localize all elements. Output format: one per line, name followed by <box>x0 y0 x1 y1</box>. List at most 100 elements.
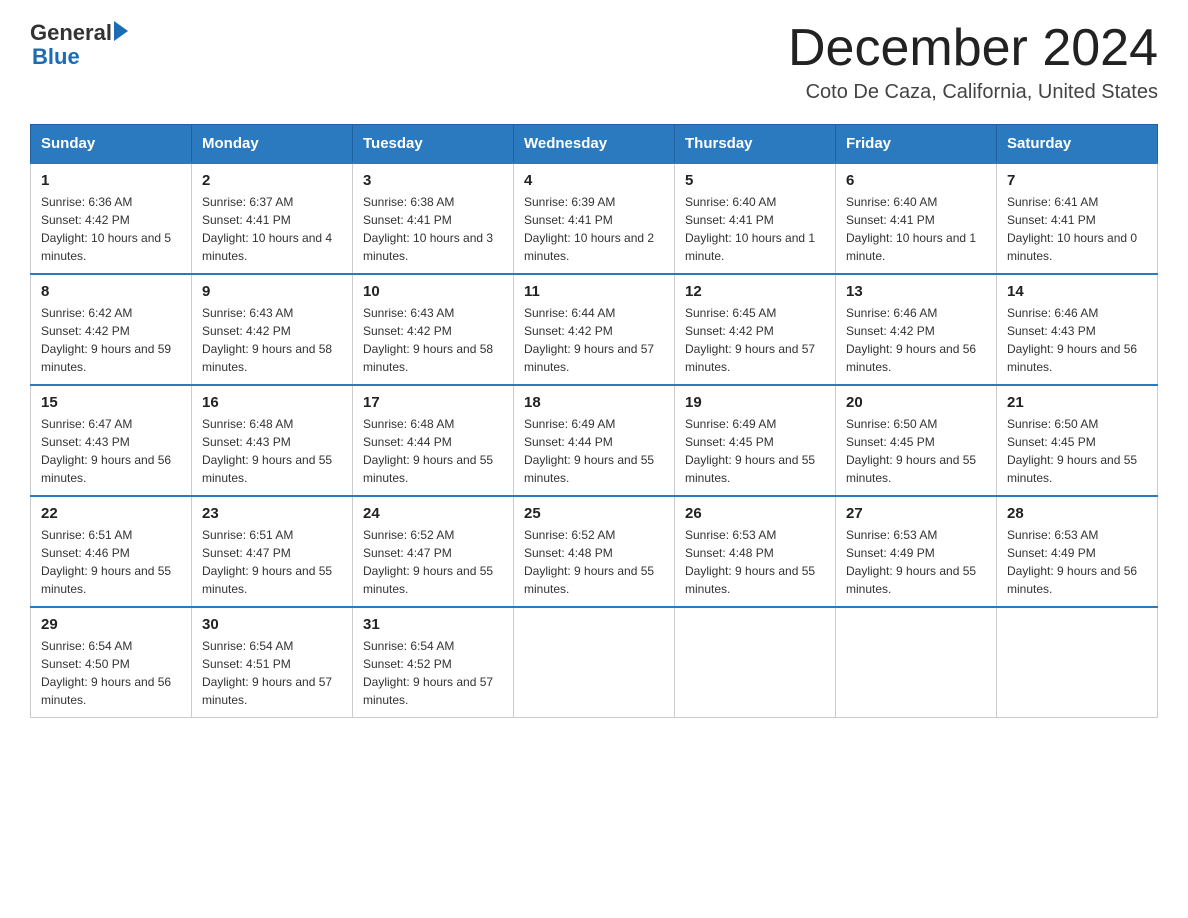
calendar-day-cell: 23 Sunrise: 6:51 AM Sunset: 4:47 PM Dayl… <box>192 496 353 607</box>
calendar-day-cell: 9 Sunrise: 6:43 AM Sunset: 4:42 PM Dayli… <box>192 274 353 385</box>
calendar-day-header: Tuesday <box>353 125 514 164</box>
day-info: Sunrise: 6:52 AM Sunset: 4:47 PM Dayligh… <box>363 526 503 598</box>
calendar-day-cell: 26 Sunrise: 6:53 AM Sunset: 4:48 PM Dayl… <box>675 496 836 607</box>
day-number: 11 <box>524 283 664 300</box>
calendar-day-header: Saturday <box>997 125 1158 164</box>
calendar-day-cell: 27 Sunrise: 6:53 AM Sunset: 4:49 PM Dayl… <box>836 496 997 607</box>
day-number: 27 <box>846 505 986 522</box>
calendar-day-cell: 2 Sunrise: 6:37 AM Sunset: 4:41 PM Dayli… <box>192 163 353 274</box>
day-number: 17 <box>363 394 503 411</box>
day-number: 23 <box>202 505 342 522</box>
calendar-day-cell <box>836 607 997 718</box>
calendar-table: SundayMondayTuesdayWednesdayThursdayFrid… <box>30 124 1158 718</box>
day-info: Sunrise: 6:49 AM Sunset: 4:44 PM Dayligh… <box>524 415 664 487</box>
calendar-header-row: SundayMondayTuesdayWednesdayThursdayFrid… <box>31 125 1158 164</box>
day-info: Sunrise: 6:43 AM Sunset: 4:42 PM Dayligh… <box>363 304 503 376</box>
calendar-day-cell <box>997 607 1158 718</box>
calendar-day-cell <box>514 607 675 718</box>
calendar-day-cell: 19 Sunrise: 6:49 AM Sunset: 4:45 PM Dayl… <box>675 385 836 496</box>
calendar-day-cell: 11 Sunrise: 6:44 AM Sunset: 4:42 PM Dayl… <box>514 274 675 385</box>
day-info: Sunrise: 6:54 AM Sunset: 4:52 PM Dayligh… <box>363 637 503 709</box>
day-info: Sunrise: 6:54 AM Sunset: 4:51 PM Dayligh… <box>202 637 342 709</box>
day-info: Sunrise: 6:48 AM Sunset: 4:44 PM Dayligh… <box>363 415 503 487</box>
calendar-day-cell: 28 Sunrise: 6:53 AM Sunset: 4:49 PM Dayl… <box>997 496 1158 607</box>
day-number: 22 <box>41 505 181 522</box>
day-info: Sunrise: 6:54 AM Sunset: 4:50 PM Dayligh… <box>41 637 181 709</box>
day-info: Sunrise: 6:47 AM Sunset: 4:43 PM Dayligh… <box>41 415 181 487</box>
day-info: Sunrise: 6:46 AM Sunset: 4:42 PM Dayligh… <box>846 304 986 376</box>
day-info: Sunrise: 6:53 AM Sunset: 4:49 PM Dayligh… <box>1007 526 1147 598</box>
month-title: December 2024 <box>788 20 1158 77</box>
calendar-day-cell: 5 Sunrise: 6:40 AM Sunset: 4:41 PM Dayli… <box>675 163 836 274</box>
day-info: Sunrise: 6:37 AM Sunset: 4:41 PM Dayligh… <box>202 193 342 265</box>
day-number: 9 <box>202 283 342 300</box>
day-info: Sunrise: 6:50 AM Sunset: 4:45 PM Dayligh… <box>846 415 986 487</box>
day-info: Sunrise: 6:39 AM Sunset: 4:41 PM Dayligh… <box>524 193 664 265</box>
day-number: 12 <box>685 283 825 300</box>
page-header: General Blue December 2024 Coto De Caza,… <box>30 20 1158 104</box>
day-info: Sunrise: 6:51 AM Sunset: 4:46 PM Dayligh… <box>41 526 181 598</box>
day-number: 4 <box>524 172 664 189</box>
day-info: Sunrise: 6:41 AM Sunset: 4:41 PM Dayligh… <box>1007 193 1147 265</box>
day-number: 5 <box>685 172 825 189</box>
day-info: Sunrise: 6:46 AM Sunset: 4:43 PM Dayligh… <box>1007 304 1147 376</box>
logo-general: General <box>30 20 112 46</box>
day-info: Sunrise: 6:38 AM Sunset: 4:41 PM Dayligh… <box>363 193 503 265</box>
calendar-week-row: 15 Sunrise: 6:47 AM Sunset: 4:43 PM Dayl… <box>31 385 1158 496</box>
day-info: Sunrise: 6:53 AM Sunset: 4:48 PM Dayligh… <box>685 526 825 598</box>
day-info: Sunrise: 6:44 AM Sunset: 4:42 PM Dayligh… <box>524 304 664 376</box>
calendar-day-cell: 25 Sunrise: 6:52 AM Sunset: 4:48 PM Dayl… <box>514 496 675 607</box>
calendar-day-cell: 18 Sunrise: 6:49 AM Sunset: 4:44 PM Dayl… <box>514 385 675 496</box>
logo-arrow-icon <box>114 21 128 41</box>
day-number: 13 <box>846 283 986 300</box>
day-number: 24 <box>363 505 503 522</box>
day-info: Sunrise: 6:40 AM Sunset: 4:41 PM Dayligh… <box>685 193 825 265</box>
day-number: 25 <box>524 505 664 522</box>
calendar-day-cell: 1 Sunrise: 6:36 AM Sunset: 4:42 PM Dayli… <box>31 163 192 274</box>
day-info: Sunrise: 6:45 AM Sunset: 4:42 PM Dayligh… <box>685 304 825 376</box>
calendar-day-header: Monday <box>192 125 353 164</box>
day-number: 26 <box>685 505 825 522</box>
day-info: Sunrise: 6:53 AM Sunset: 4:49 PM Dayligh… <box>846 526 986 598</box>
calendar-day-cell: 22 Sunrise: 6:51 AM Sunset: 4:46 PM Dayl… <box>31 496 192 607</box>
calendar-week-row: 8 Sunrise: 6:42 AM Sunset: 4:42 PM Dayli… <box>31 274 1158 385</box>
calendar-day-cell: 24 Sunrise: 6:52 AM Sunset: 4:47 PM Dayl… <box>353 496 514 607</box>
day-number: 2 <box>202 172 342 189</box>
day-info: Sunrise: 6:43 AM Sunset: 4:42 PM Dayligh… <box>202 304 342 376</box>
logo-blue: Blue <box>32 44 80 69</box>
calendar-day-header: Friday <box>836 125 997 164</box>
calendar-day-cell: 29 Sunrise: 6:54 AM Sunset: 4:50 PM Dayl… <box>31 607 192 718</box>
day-info: Sunrise: 6:40 AM Sunset: 4:41 PM Dayligh… <box>846 193 986 265</box>
day-info: Sunrise: 6:49 AM Sunset: 4:45 PM Dayligh… <box>685 415 825 487</box>
calendar-day-cell: 17 Sunrise: 6:48 AM Sunset: 4:44 PM Dayl… <box>353 385 514 496</box>
calendar-day-cell: 6 Sunrise: 6:40 AM Sunset: 4:41 PM Dayli… <box>836 163 997 274</box>
day-number: 14 <box>1007 283 1147 300</box>
day-number: 31 <box>363 616 503 633</box>
day-number: 30 <box>202 616 342 633</box>
day-number: 7 <box>1007 172 1147 189</box>
calendar-week-row: 22 Sunrise: 6:51 AM Sunset: 4:46 PM Dayl… <box>31 496 1158 607</box>
day-number: 19 <box>685 394 825 411</box>
day-info: Sunrise: 6:36 AM Sunset: 4:42 PM Dayligh… <box>41 193 181 265</box>
day-number: 18 <box>524 394 664 411</box>
day-number: 29 <box>41 616 181 633</box>
calendar-day-cell: 4 Sunrise: 6:39 AM Sunset: 4:41 PM Dayli… <box>514 163 675 274</box>
calendar-day-header: Sunday <box>31 125 192 164</box>
calendar-day-cell: 13 Sunrise: 6:46 AM Sunset: 4:42 PM Dayl… <box>836 274 997 385</box>
calendar-day-cell: 7 Sunrise: 6:41 AM Sunset: 4:41 PM Dayli… <box>997 163 1158 274</box>
calendar-day-cell <box>675 607 836 718</box>
calendar-day-cell: 20 Sunrise: 6:50 AM Sunset: 4:45 PM Dayl… <box>836 385 997 496</box>
day-number: 6 <box>846 172 986 189</box>
calendar-week-row: 1 Sunrise: 6:36 AM Sunset: 4:42 PM Dayli… <box>31 163 1158 274</box>
day-number: 1 <box>41 172 181 189</box>
calendar-day-cell: 30 Sunrise: 6:54 AM Sunset: 4:51 PM Dayl… <box>192 607 353 718</box>
calendar-day-cell: 12 Sunrise: 6:45 AM Sunset: 4:42 PM Dayl… <box>675 274 836 385</box>
calendar-day-cell: 3 Sunrise: 6:38 AM Sunset: 4:41 PM Dayli… <box>353 163 514 274</box>
day-info: Sunrise: 6:50 AM Sunset: 4:45 PM Dayligh… <box>1007 415 1147 487</box>
day-info: Sunrise: 6:42 AM Sunset: 4:42 PM Dayligh… <box>41 304 181 376</box>
day-number: 8 <box>41 283 181 300</box>
day-number: 3 <box>363 172 503 189</box>
calendar-day-cell: 16 Sunrise: 6:48 AM Sunset: 4:43 PM Dayl… <box>192 385 353 496</box>
calendar-day-cell: 10 Sunrise: 6:43 AM Sunset: 4:42 PM Dayl… <box>353 274 514 385</box>
day-info: Sunrise: 6:52 AM Sunset: 4:48 PM Dayligh… <box>524 526 664 598</box>
